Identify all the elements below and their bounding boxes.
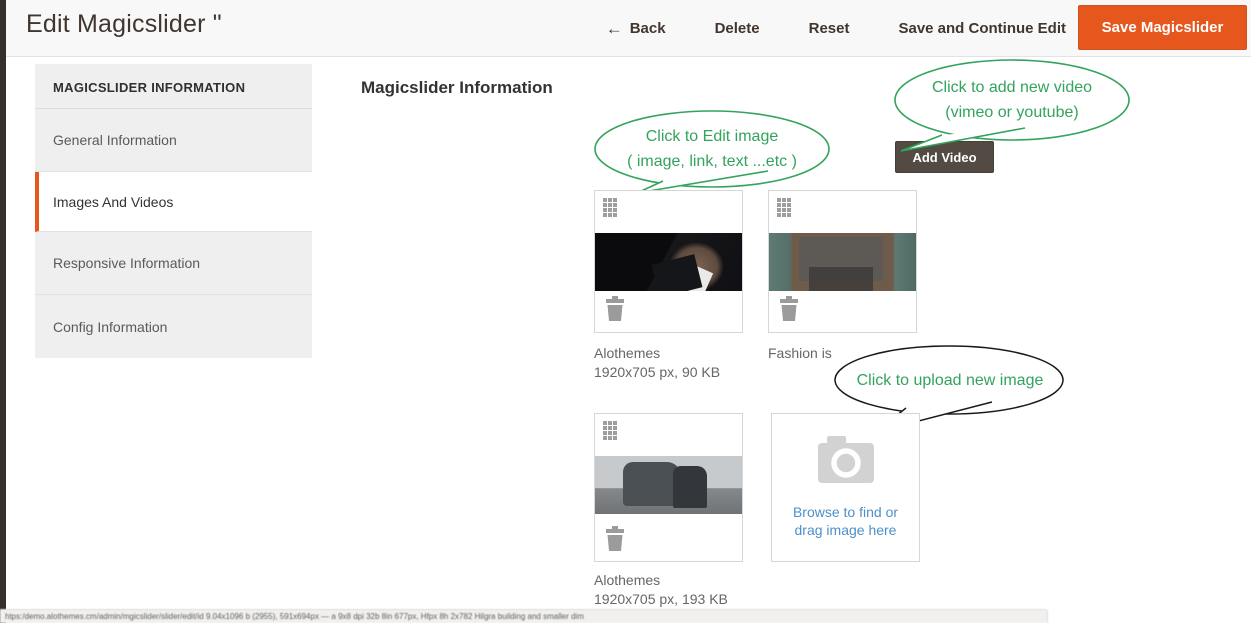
browse-link-line2: drag image here xyxy=(772,521,919,539)
slide-image-preview xyxy=(769,233,916,291)
slide-card-2[interactable] xyxy=(768,190,917,333)
edit-image-annotation-line1: Click to Edit image xyxy=(595,124,829,149)
page-title: Edit Magicslider " xyxy=(26,10,222,39)
add-video-annotation-line2: (vimeo or youtube) xyxy=(894,100,1130,125)
slide-image-preview xyxy=(595,456,742,514)
trash-icon[interactable] xyxy=(604,526,626,552)
add-video-annotation: Click to add new video (vimeo or youtube… xyxy=(894,75,1130,125)
save-magicslider-button[interactable]: Save Magicslider xyxy=(1078,5,1247,50)
edit-image-bubble-outline xyxy=(595,111,829,187)
sidebar-title: MAGICSLIDER INFORMATION xyxy=(35,64,312,109)
status-bar: htps:/demo.alothemes.cm/admin/mgicslider… xyxy=(0,609,1048,623)
back-button-label: Back xyxy=(630,20,666,37)
add-video-annotation-line1: Click to add new video xyxy=(894,75,1130,100)
slide-caption-2: Fashion is xyxy=(768,344,938,363)
camera-icon xyxy=(817,436,875,484)
slide-meta: 1920x705 px, 193 KB xyxy=(594,590,764,608)
slide-card-3[interactable] xyxy=(594,413,743,562)
sidebar-item-images-and-videos[interactable]: Images And Videos xyxy=(35,172,312,232)
trash-icon[interactable] xyxy=(604,296,626,322)
slide-title: Alothemes xyxy=(594,571,764,589)
delete-button[interactable]: Delete xyxy=(715,20,760,37)
browse-link-line1: Browse to find or xyxy=(772,503,919,521)
slide-caption-3: Alothemes 1920x705 px, 193 KB xyxy=(594,571,764,608)
page-header: Edit Magicslider " ← Back Delete Reset S… xyxy=(6,0,1251,57)
upload-image-annotation: Click to upload new image xyxy=(836,368,1064,393)
slide-image-preview xyxy=(595,233,742,291)
browse-link[interactable]: Browse to find or drag image here xyxy=(772,503,919,539)
drag-handle-icon[interactable] xyxy=(603,421,617,440)
drag-handle-icon[interactable] xyxy=(777,198,791,217)
section-heading: Magicslider Information xyxy=(361,78,553,98)
header-actions: ← Back Delete Reset Save and Continue Ed… xyxy=(606,0,1066,57)
add-video-button[interactable]: Add Video xyxy=(895,141,994,173)
slide-title: Fashion is xyxy=(768,344,938,362)
back-arrow-icon: ← xyxy=(606,19,623,39)
slide-caption-1: Alothemes 1920x705 px, 90 KB xyxy=(594,344,764,381)
drag-handle-icon[interactable] xyxy=(603,198,617,217)
slide-card-1[interactable] xyxy=(594,190,743,333)
edit-image-annotation-line2: ( image, link, text ...etc ) xyxy=(595,149,829,174)
add-video-bubble-outline xyxy=(895,60,1129,140)
sidebar-item-responsive-information[interactable]: Responsive Information xyxy=(35,232,312,295)
edit-image-annotation: Click to Edit image ( image, link, text … xyxy=(595,124,829,174)
sidebar-item-general-information[interactable]: General Information xyxy=(35,109,312,172)
image-upload-dropzone[interactable]: Browse to find or drag image here xyxy=(771,413,920,562)
reset-button[interactable]: Reset xyxy=(809,20,850,37)
sidebar-item-config-information[interactable]: Config Information xyxy=(35,295,312,358)
sidebar: MAGICSLIDER INFORMATION General Informat… xyxy=(35,64,312,358)
save-and-continue-button[interactable]: Save and Continue Edit xyxy=(898,20,1066,37)
window-left-edge xyxy=(0,0,6,623)
back-button[interactable]: ← Back xyxy=(606,19,666,39)
slide-title: Alothemes xyxy=(594,344,764,362)
trash-icon[interactable] xyxy=(778,296,800,322)
slide-meta: 1920x705 px, 90 KB xyxy=(594,363,764,381)
